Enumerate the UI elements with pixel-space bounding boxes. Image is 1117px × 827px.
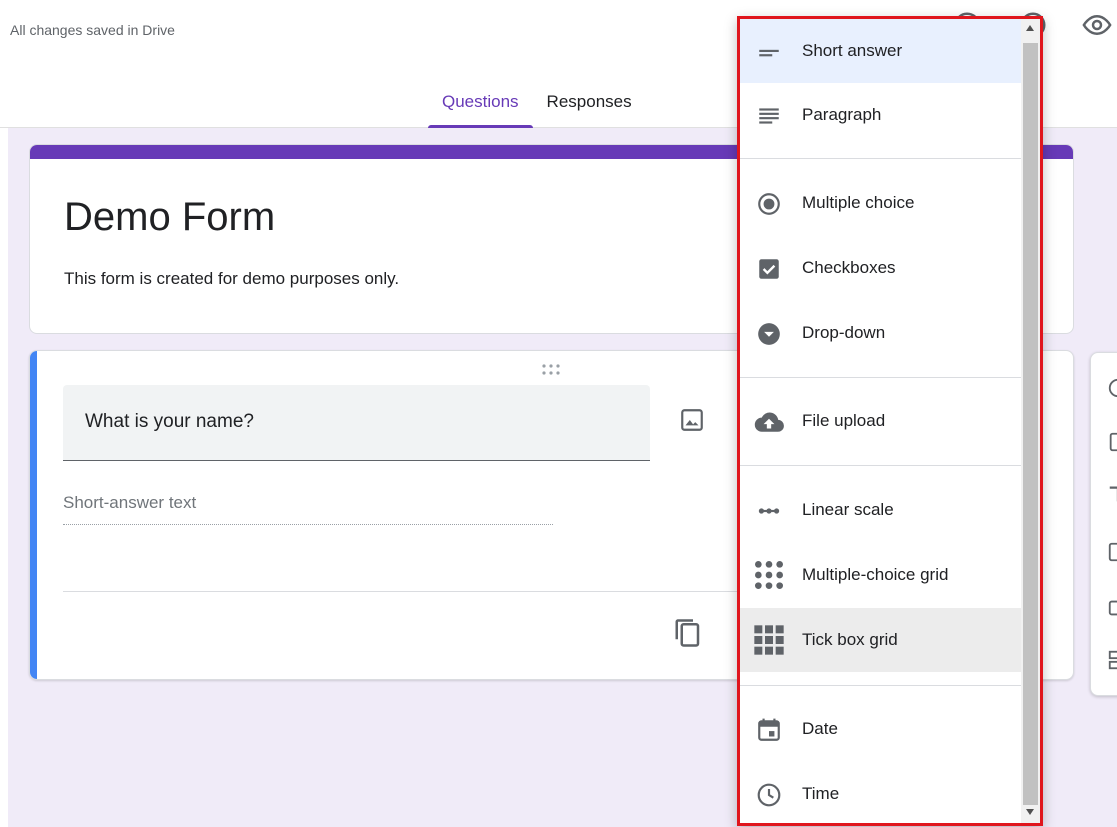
menu-item-short-answer[interactable]: Short answer <box>740 19 1021 83</box>
menu-item-multiple-choice-grid[interactable]: Multiple-choice grid <box>740 543 1021 607</box>
tab-questions[interactable]: Questions <box>428 88 533 128</box>
menu-separator <box>740 465 1021 466</box>
scroll-up-arrow-icon[interactable] <box>1026 25 1034 31</box>
preview-eye-icon[interactable] <box>1082 10 1112 40</box>
menu-item-label: Tick box grid <box>802 630 898 649</box>
linear-scale-icon <box>758 508 780 514</box>
menu-item-label: Multiple-choice grid <box>802 565 949 584</box>
form-title[interactable]: Demo Form <box>64 195 275 240</box>
form-tabs: Questions Responses <box>428 88 646 128</box>
menu-item-date[interactable]: Date <box>740 697 1021 761</box>
menu-item-label: Linear scale <box>802 500 894 519</box>
dot-grid-icon <box>755 561 783 589</box>
scroll-down-arrow-icon[interactable] <box>1026 809 1034 815</box>
menu-item-label: Time <box>802 784 840 803</box>
duplicate-icon[interactable] <box>673 618 703 648</box>
add-title-icon[interactable] <box>1107 483 1117 505</box>
menu-item-file-upload[interactable]: File upload <box>740 389 1021 453</box>
add-question-icon[interactable] <box>1107 377 1117 399</box>
menu-item-drop-down[interactable]: Drop-down <box>740 301 1021 365</box>
question-divider <box>63 591 763 592</box>
menu-item-label: Paragraph <box>802 105 882 124</box>
menu-separator <box>740 158 1021 159</box>
menu-item-label: Drop-down <box>802 323 886 342</box>
radio-button-icon <box>758 193 780 215</box>
checkbox-icon <box>759 259 779 279</box>
side-toolbar <box>1090 352 1117 696</box>
add-image-icon[interactable] <box>1107 541 1117 563</box>
menu-separator <box>740 685 1021 686</box>
add-image-icon[interactable] <box>679 407 705 433</box>
form-description[interactable]: This form is created for demo purposes o… <box>64 269 399 289</box>
import-questions-icon[interactable] <box>1107 431 1117 453</box>
menu-item-label: Date <box>802 719 838 738</box>
short-answer-placeholder: Short-answer text <box>63 493 553 525</box>
scrollbar-thumb[interactable] <box>1023 43 1038 805</box>
question-type-dropdown[interactable]: Short answer Paragraph Multiple choice C… <box>737 16 1043 826</box>
saved-status: All changes saved in Drive <box>10 22 175 38</box>
dropdown-circle-icon <box>758 323 780 345</box>
menu-item-label: File upload <box>802 411 886 430</box>
menu-item-multiple-choice[interactable]: Multiple choice <box>740 171 1021 235</box>
menu-item-label: Multiple choice <box>802 193 915 212</box>
menu-item-label: Checkboxes <box>802 258 896 277</box>
tick-grid-icon <box>754 625 784 655</box>
question-focus-accent <box>30 351 37 679</box>
menu-separator <box>740 377 1021 378</box>
menu-item-label: Short answer <box>802 41 903 60</box>
add-video-icon[interactable] <box>1107 597 1117 619</box>
drag-handle-icon[interactable] <box>540 363 564 377</box>
menu-item-tick-box-grid[interactable]: Tick box grid <box>740 608 1021 672</box>
question-title: What is your name? <box>85 411 254 432</box>
menu-item-checkboxes[interactable]: Checkboxes <box>740 236 1021 300</box>
clock-icon <box>757 783 781 807</box>
menu-item-time[interactable]: Time <box>740 762 1021 823</box>
cloud-upload-icon <box>754 412 784 432</box>
paragraph-icon <box>759 108 779 124</box>
menu-item-paragraph[interactable]: Paragraph <box>740 83 1021 147</box>
menu-item-linear-scale[interactable]: Linear scale <box>740 478 1021 542</box>
add-section-icon[interactable] <box>1107 649 1117 671</box>
tab-responses[interactable]: Responses <box>533 88 646 128</box>
question-title-field[interactable]: What is your name? <box>63 385 650 461</box>
short-answer-icon <box>759 49 779 57</box>
dropdown-scrollbar[interactable] <box>1021 19 1040 823</box>
calendar-icon <box>758 718 780 741</box>
